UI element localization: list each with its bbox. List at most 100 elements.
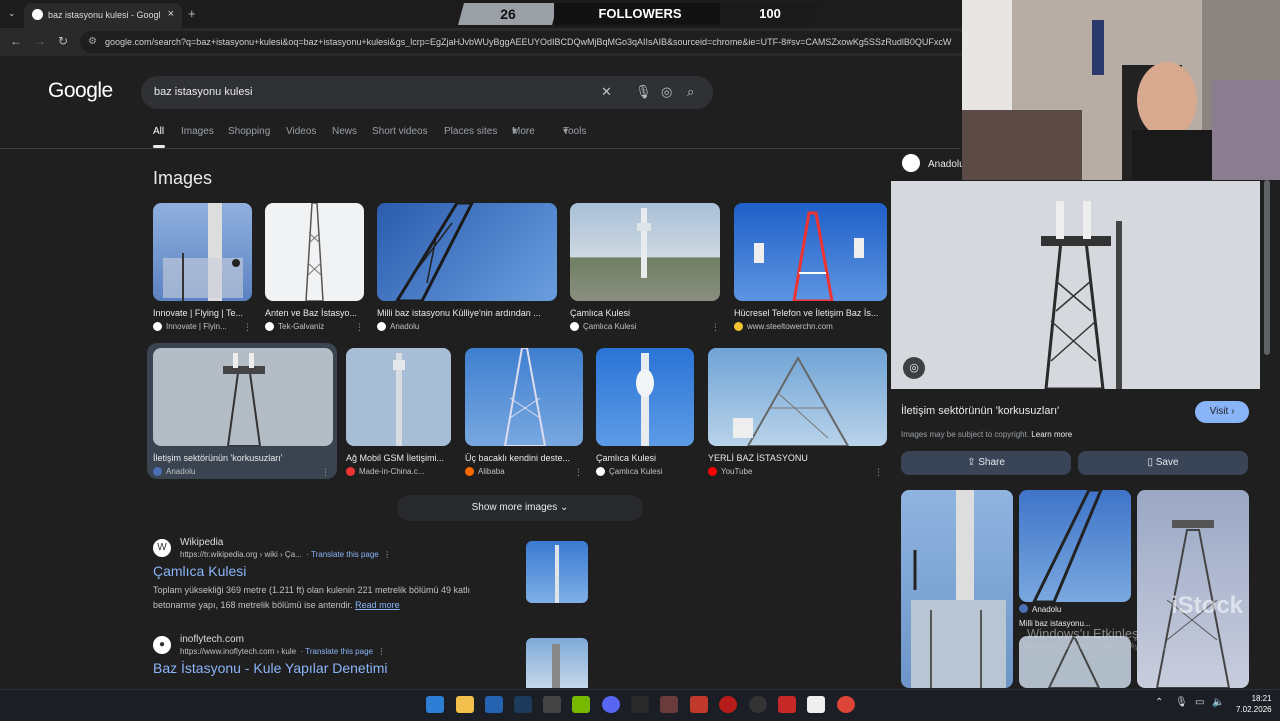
image-result[interactable]: Anten ve Baz İstasyo... Tek-Galvaniz ⋮ [265, 203, 364, 333]
search-icon[interactable]: ⌕ [687, 84, 694, 100]
image-result[interactable]: YERLİ BAZ İSTASYONU YouTube ⋮ [708, 348, 887, 478]
image-caption[interactable]: Ağ Mobil GSM İletişimi... [346, 453, 451, 463]
more-options-icon[interactable]: ⋮ [243, 322, 252, 333]
tab-short-videos[interactable]: Short videos [372, 126, 428, 137]
image-caption[interactable]: Milli baz istasyonu Külliye'nin ardından… [377, 308, 557, 318]
nvidia-icon[interactable] [572, 696, 590, 713]
translate-link[interactable]: Translate this page [311, 550, 379, 559]
result-thumbnail[interactable] [526, 638, 588, 688]
steam-icon[interactable] [514, 696, 532, 713]
browser-tab[interactable]: baz istasyonu kulesi - Google Sea × [24, 3, 182, 28]
image-thumbnail[interactable] [346, 348, 451, 446]
search-input[interactable]: baz istasyonu kulesi [154, 86, 252, 98]
image-thumbnail[interactable] [570, 203, 720, 301]
image-result[interactable]: Çamlıca Kulesi Çamlıca Kulesi ⋮ [570, 203, 720, 333]
image-caption[interactable]: Çamlıca Kulesi [596, 453, 694, 463]
image-thumbnail[interactable] [465, 348, 583, 446]
image-thumbnail[interactable] [734, 203, 887, 301]
image-result[interactable]: Hücresel Telefon ve İletişim Baz İs... w… [734, 203, 887, 333]
visit-button[interactable]: Visit › [1195, 401, 1249, 423]
result-title-link[interactable]: Baz İstasyonu - Kule Yapılar Denetimi [153, 660, 388, 676]
obs-icon[interactable] [749, 696, 767, 713]
tab-videos[interactable]: Videos [286, 126, 316, 137]
preview-title[interactable]: İletişim sektörünün 'korkusuzları' [901, 405, 1059, 417]
image-caption[interactable]: Hücresel Telefon ve İletişim Baz İs... [734, 308, 887, 318]
image-thumbnail[interactable] [596, 348, 694, 446]
learn-more-link[interactable]: Learn more [1031, 430, 1072, 439]
read-more-link[interactable]: Read more [355, 600, 400, 610]
image-caption[interactable]: Anten ve Baz İstasyo... [265, 308, 364, 318]
chrome-icon[interactable] [837, 696, 855, 713]
store-icon[interactable] [485, 696, 503, 713]
image-caption[interactable]: İletişim sektörünün 'korkusuzları' [153, 453, 323, 463]
more-options-icon[interactable]: ⋮ [321, 467, 330, 478]
volume-icon[interactable]: 🔈 [1212, 697, 1224, 708]
image-result-selected[interactable]: İletişim sektörünün 'korkusuzları' Anado… [153, 348, 333, 478]
preview-image[interactable]: ◎ [891, 181, 1260, 389]
tab-all[interactable]: All [153, 126, 164, 137]
app-icon[interactable] [543, 696, 561, 713]
tab-search-icon[interactable]: ⌄ [8, 8, 16, 19]
tab-tools[interactable]: Tools ▾ [563, 126, 586, 137]
more-options-icon[interactable]: ⋮ [574, 467, 583, 478]
app-icon[interactable] [719, 696, 737, 713]
app-icon[interactable] [660, 696, 678, 713]
clear-search-icon[interactable]: ✕ [601, 84, 612, 100]
tab-places-sites[interactable]: Places sites [444, 126, 497, 137]
image-caption[interactable]: Innovate | Flying | Te... [153, 308, 252, 318]
app-icon[interactable] [778, 696, 796, 713]
result-title-link[interactable]: Çamlıca Kulesi [153, 563, 246, 579]
close-tab-icon[interactable]: × [168, 8, 174, 20]
start-icon[interactable] [426, 696, 444, 713]
tab-images[interactable]: Images [181, 126, 214, 137]
more-options-icon[interactable]: ⋮ [874, 467, 883, 478]
result-url[interactable]: https://www.inoflytech.com › kule · Tran… [180, 647, 385, 656]
site-info-icon[interactable]: ⚙ [88, 36, 97, 47]
tray-expand-icon[interactable]: ⌃ [1155, 697, 1163, 708]
image-thumbnail[interactable] [153, 203, 252, 301]
image-caption[interactable]: Üç bacaklı kendini deste... [465, 453, 575, 463]
image-result[interactable]: Milli baz istasyonu Külliye'nin ardından… [377, 203, 557, 333]
microphone-icon[interactable]: 🎙 [1175, 697, 1188, 708]
related-image[interactable] [1019, 490, 1131, 602]
reload-icon[interactable]: ↻ [58, 34, 68, 48]
more-options-icon[interactable]: ⋮ [355, 322, 364, 333]
back-icon[interactable]: ← [10, 34, 22, 48]
show-more-images-button[interactable]: Show more images ⌄ [397, 495, 643, 521]
system-clock[interactable]: 18:21 7.02.2026 [1236, 693, 1272, 715]
preview-source[interactable]: Anadolu [902, 154, 965, 172]
image-caption[interactable]: Çamlıca Kulesi [570, 308, 720, 318]
image-result[interactable]: Çamlıca Kulesi Çamlıca Kulesi [596, 348, 694, 478]
share-button[interactable]: ⇪ Share [901, 451, 1071, 475]
result-thumbnail[interactable] [526, 541, 588, 603]
google-logo[interactable]: Google [48, 79, 113, 103]
app-64-icon[interactable] [690, 696, 708, 713]
tab-more[interactable]: More ▾ [512, 126, 535, 137]
image-thumbnail[interactable] [377, 203, 557, 301]
lens-search-image-icon[interactable]: ◎ [903, 357, 925, 379]
app-icon[interactable] [807, 696, 825, 713]
search-box[interactable]: baz istasyonu kulesi ✕ 🎙 ◎ ⌕ [141, 76, 713, 109]
save-button[interactable]: ▯ Save [1078, 451, 1248, 475]
forward-icon[interactable]: → [34, 34, 46, 48]
new-tab-icon[interactable]: + [188, 6, 196, 21]
translate-link[interactable]: Translate this page [305, 647, 373, 656]
display-icon[interactable]: ▭ [1195, 697, 1204, 708]
discord-icon[interactable] [602, 696, 620, 713]
epic-games-icon[interactable] [631, 696, 649, 713]
result-url[interactable]: https://tr.wikipedia.org › wiki › Ça... … [180, 550, 391, 559]
lens-search-icon[interactable]: ◎ [661, 84, 672, 100]
image-result[interactable]: Üç bacaklı kendini deste... Alibaba ⋮ [465, 348, 583, 478]
address-bar[interactable]: ⚙ google.com/search?q=baz+istasyonu+kule… [80, 31, 968, 53]
more-options-icon[interactable]: ⋮ [711, 322, 720, 333]
related-image[interactable] [901, 490, 1013, 688]
image-caption[interactable]: YERLİ BAZ İSTASYONU [708, 453, 868, 463]
tab-shopping[interactable]: Shopping [228, 126, 270, 137]
voice-search-icon[interactable]: 🎙 [635, 84, 652, 100]
image-thumbnail[interactable] [153, 348, 333, 446]
image-thumbnail[interactable] [708, 348, 887, 446]
related-image[interactable] [1137, 490, 1249, 688]
image-result[interactable]: Innovate | Flying | Te... Innovate | Fly… [153, 203, 252, 333]
file-explorer-icon[interactable] [456, 696, 474, 713]
image-result[interactable]: Ağ Mobil GSM İletişimi... Made-in-China.… [346, 348, 451, 478]
